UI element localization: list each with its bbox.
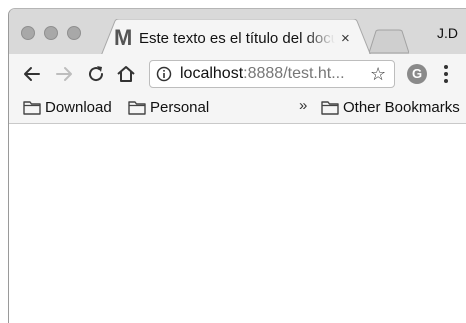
bookmark-folder-personal[interactable]: Personal [128, 98, 209, 118]
info-icon[interactable] [156, 66, 172, 82]
folder-icon [128, 101, 146, 115]
bookmark-label: Download [45, 99, 112, 116]
bookmarks-overflow-chevron[interactable]: » [299, 97, 307, 114]
bookmark-folder-download[interactable]: Download [23, 98, 112, 118]
extension-g-icon[interactable]: G [407, 64, 427, 84]
url-path: :8888/test.ht... [243, 65, 345, 82]
close-window-button[interactable] [21, 26, 35, 40]
toolbar: localhost:8888/test.ht... ☆ G [9, 54, 466, 94]
bookmark-star-icon[interactable]: ☆ [370, 63, 386, 85]
url-text[interactable]: localhost:8888/test.ht... [180, 64, 360, 84]
bookmark-label: Other Bookmarks [343, 99, 460, 116]
folder-icon [23, 101, 41, 115]
url-host: localhost [180, 65, 244, 82]
forward-arrow-icon[interactable] [53, 63, 75, 85]
tab-close-icon[interactable]: × [341, 30, 350, 48]
back-arrow-icon[interactable] [21, 63, 43, 85]
page-content[interactable] [9, 124, 466, 323]
title-bar: M Este texto es el título del documento … [9, 9, 466, 56]
reload-icon[interactable] [85, 63, 107, 85]
folder-icon [321, 101, 339, 115]
home-icon[interactable] [115, 63, 137, 85]
bookmark-folder-other[interactable]: Other Bookmarks [321, 98, 460, 118]
maximize-window-button[interactable] [67, 26, 81, 40]
bookmarks-bar: Download Personal » Other Bookmarks [9, 94, 466, 124]
tab-active[interactable]: M Este texto es el título del documento … [101, 19, 371, 56]
profile-button[interactable]: J.D [437, 25, 458, 41]
browser-window: M Este texto es el título del documento … [8, 8, 466, 323]
tab-title: Este texto es el título del documento [139, 30, 335, 47]
bookmark-label: Personal [150, 99, 210, 116]
menu-kebab-icon[interactable] [443, 63, 449, 85]
favicon-icon: M [114, 25, 133, 50]
address-bar[interactable]: localhost:8888/test.ht... ☆ [149, 60, 395, 88]
minimize-window-button[interactable] [44, 26, 58, 40]
new-tab-button[interactable] [369, 29, 409, 54]
